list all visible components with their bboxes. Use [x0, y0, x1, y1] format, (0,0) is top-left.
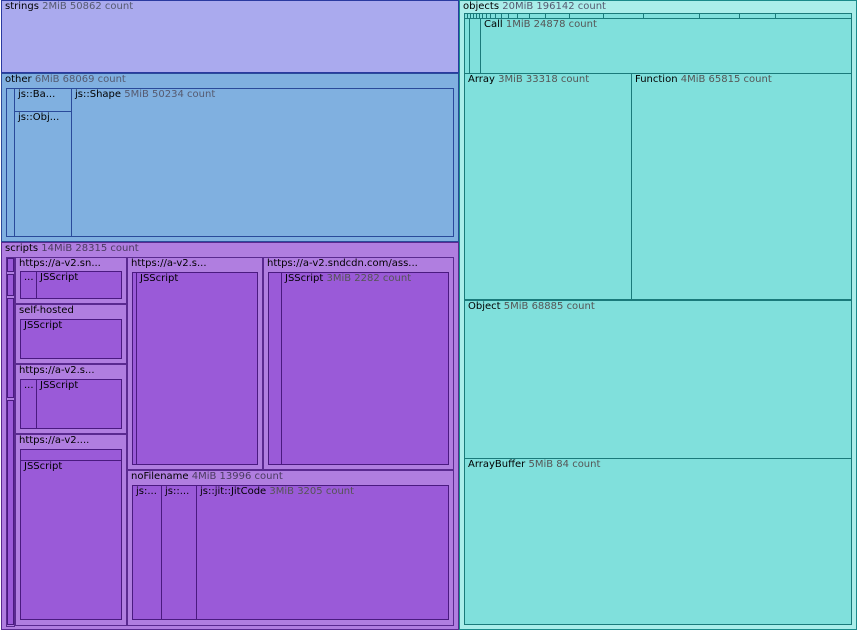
- node-label: js::jit::JitCode 3MiB 3205 count: [200, 486, 354, 498]
- treemap-node-nofilename-js1[interactable]: js:...: [132, 485, 162, 620]
- node-meta: 6MiB 68069 count: [34, 74, 126, 85]
- node-name: Function: [635, 74, 678, 85]
- node-meta: 5MiB 68885 count: [503, 301, 595, 312]
- node-name: JSScript: [24, 320, 63, 331]
- node-meta: 2MiB 50862 count: [42, 1, 134, 12]
- treemap-node-script-url-3-dots[interactable]: ...: [20, 379, 37, 429]
- node-name: ...: [24, 272, 34, 283]
- node-name: self-hosted: [19, 305, 74, 316]
- node-name: js::jit::JitCode: [200, 486, 267, 497]
- treemap-node-scripts-small-c[interactable]: [7, 298, 14, 398]
- node-meta: 4MiB 13996 count: [191, 471, 283, 482]
- node-name: js::Obj...: [18, 112, 60, 123]
- treemap-node-array[interactable]: Array 3MiB 33318 count: [464, 73, 632, 300]
- node-name: Call: [484, 19, 503, 30]
- node-label: strings 2MiB 50862 count: [5, 1, 133, 13]
- node-name: ...: [24, 380, 34, 391]
- node-meta: 3MiB 3205 count: [269, 486, 355, 497]
- treemap-node-jitcode[interactable]: js::jit::JitCode 3MiB 3205 count: [196, 485, 449, 620]
- treemap-node-js-shape[interactable]: js::Shape 5MiB 50234 count: [71, 88, 454, 237]
- node-name: noFilename: [131, 471, 189, 482]
- node-label: objects 20MiB 196142 count: [463, 1, 606, 13]
- node-name: strings: [5, 1, 39, 12]
- node-label: Function 4MiB 65815 count: [635, 74, 772, 86]
- node-label: other 6MiB 68069 count: [5, 74, 126, 86]
- node-name: objects: [463, 1, 500, 12]
- treemap-node-js-ba[interactable]: js::Ba...: [14, 88, 72, 112]
- node-name: js::...: [165, 486, 190, 497]
- treemap-node-arraybuffer[interactable]: ArrayBuffer 5MiB 84 count: [464, 458, 852, 625]
- node-label: JSScript 3MiB 2282 count: [285, 273, 411, 285]
- node-name: js::Ba...: [18, 89, 56, 100]
- treemap-node-strings[interactable]: strings 2MiB 50862 count: [1, 0, 459, 73]
- node-label: Array 3MiB 33318 count: [468, 74, 589, 86]
- treemap-node-script-url-big-jsscript[interactable]: JSScript 3MiB 2282 count: [281, 272, 449, 465]
- node-name: JSScript: [40, 380, 79, 391]
- treemap-node-js-obj[interactable]: js::Obj...: [14, 111, 72, 237]
- node-meta: 14MiB 28315 count: [41, 243, 139, 254]
- treemap-node-scripts-small-b[interactable]: [7, 274, 14, 296]
- node-name: Object: [468, 301, 501, 312]
- node-name: https://a-v2.sn...: [19, 258, 101, 269]
- node-label: Call 1MiB 24878 count: [484, 19, 597, 31]
- treemap-node-scripts-small-d[interactable]: [7, 400, 14, 625]
- node-name: JSScript: [140, 273, 179, 284]
- node-name: https://a-v2.sndcdn.com/ass...: [267, 258, 418, 269]
- treemap-node-call[interactable]: Call 1MiB 24878 count: [480, 18, 852, 74]
- treemap-node-script-url-1-jsscript[interactable]: JSScript: [36, 271, 122, 299]
- treemap-node-script-url-1-dots[interactable]: ...: [20, 271, 37, 299]
- node-name: JSScript: [24, 461, 63, 472]
- treemap-node-scripts-small-a[interactable]: [7, 258, 14, 272]
- node-name: https://a-v2.s...: [19, 365, 95, 376]
- treemap-node-function[interactable]: Function 4MiB 65815 count: [631, 73, 852, 300]
- node-meta: 20MiB 196142 count: [502, 1, 606, 12]
- node-name: JSScript: [40, 272, 79, 283]
- node-label: ArrayBuffer 5MiB 84 count: [468, 459, 600, 471]
- treemap-node-script-url-big-small[interactable]: [268, 272, 282, 465]
- node-meta: 3MiB 33318 count: [498, 74, 590, 85]
- node-name: js:...: [136, 486, 157, 497]
- node-name: scripts: [5, 243, 39, 254]
- node-name: js::Shape: [75, 89, 122, 100]
- node-meta: 4MiB 65815 count: [680, 74, 772, 85]
- node-name: https://a-v2.s...: [131, 258, 207, 269]
- treemap-node-object[interactable]: Object 5MiB 68885 count: [464, 300, 852, 459]
- node-meta: 1MiB 24878 count: [505, 19, 597, 30]
- node-name: Array: [468, 74, 495, 85]
- treemap-node-script-url-3-jsscript[interactable]: JSScript: [36, 379, 122, 429]
- node-name: ArrayBuffer: [468, 459, 526, 470]
- node-label: scripts 14MiB 28315 count: [5, 243, 139, 255]
- node-meta: 5MiB 50234 count: [124, 89, 216, 100]
- node-meta: 3MiB 2282 count: [326, 273, 412, 284]
- treemap-node-self-hosted-jsscript[interactable]: JSScript: [20, 319, 122, 359]
- treemap-node-nofilename-js2[interactable]: js::...: [161, 485, 197, 620]
- treemap-node-script-url-4-jsscript[interactable]: JSScript: [20, 460, 122, 620]
- node-name: other: [5, 74, 32, 85]
- node-label: noFilename 4MiB 13996 count: [131, 471, 283, 483]
- node-name: JSScript: [285, 273, 324, 284]
- node-label: Object 5MiB 68885 count: [468, 301, 595, 313]
- node-label: js::Shape 5MiB 50234 count: [75, 89, 215, 101]
- node-meta: 5MiB 84 count: [528, 459, 601, 470]
- treemap-node-script-url-mid-jsscript[interactable]: JSScript: [136, 272, 258, 465]
- node-name: https://a-v2....: [19, 435, 90, 446]
